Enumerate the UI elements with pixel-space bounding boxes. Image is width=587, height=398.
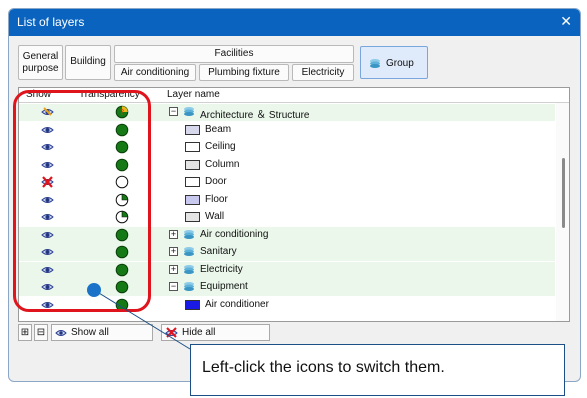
callout-text: Left-click the icons to switch them. [202,359,445,376]
callout-box: Left-click the icons to switch them. [190,344,565,396]
callout-pointer [87,283,191,350]
